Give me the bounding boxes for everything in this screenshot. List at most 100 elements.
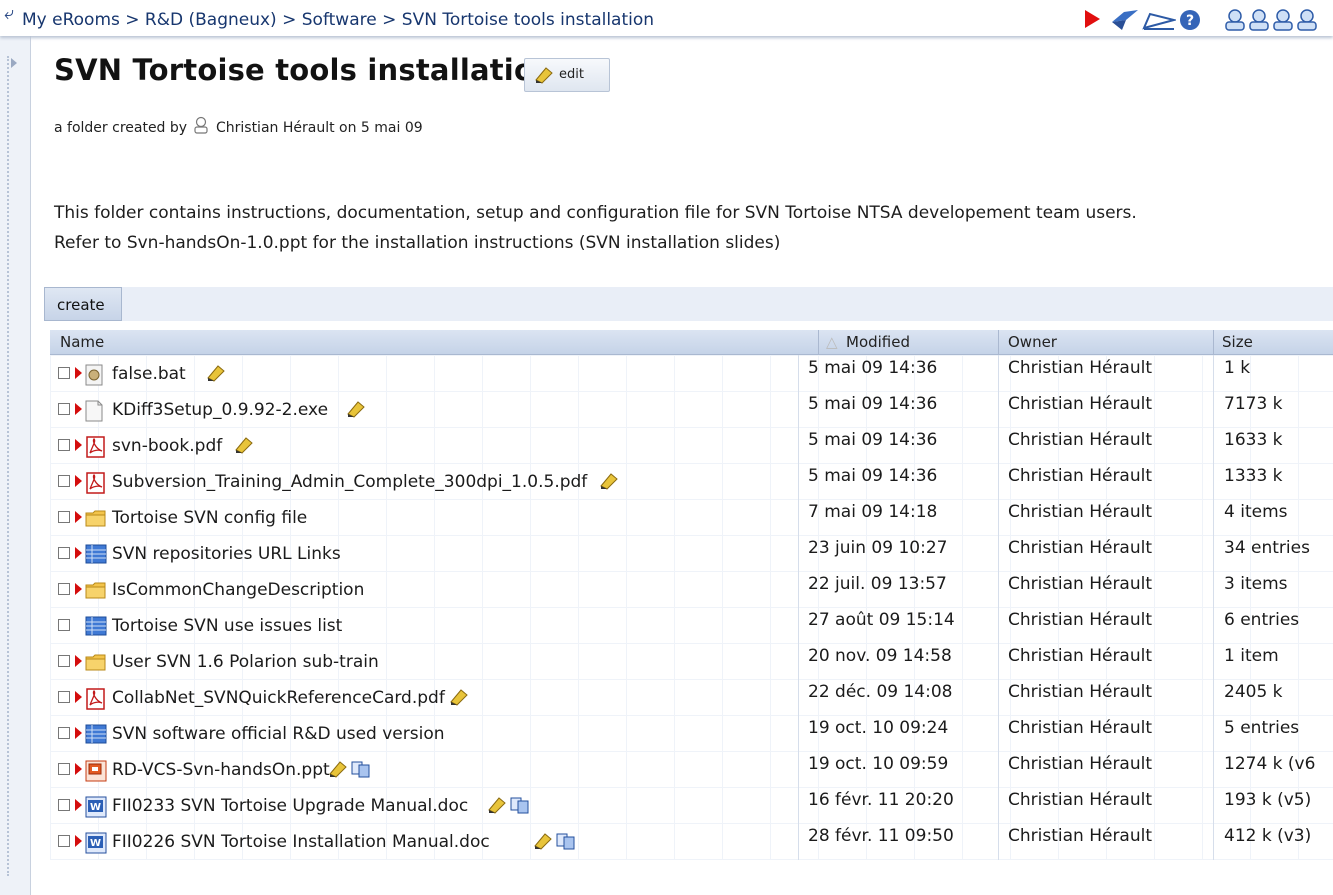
member-icon[interactable] bbox=[1246, 8, 1272, 36]
table-row[interactable]: Tortoise SVN use issues list 27 août 09 1… bbox=[50, 607, 1333, 643]
table-row[interactable]: IsCommonChangeDescription 22 juil. 09 13:… bbox=[50, 571, 1333, 607]
red-triangle-icon[interactable] bbox=[1082, 8, 1102, 34]
edit-pencil-icon[interactable] bbox=[346, 400, 366, 422]
table-row[interactable]: CollabNet_SVNQuickReferenceCard.pdf 22 dé… bbox=[50, 679, 1333, 715]
owner-name[interactable]: Christian Hérault bbox=[1008, 538, 1152, 558]
row-checkbox[interactable] bbox=[58, 583, 70, 595]
column-header-owner[interactable]: Owner bbox=[1008, 333, 1057, 351]
owner-name[interactable]: Christian Hérault bbox=[1008, 610, 1152, 630]
edit-pencil-icon[interactable] bbox=[328, 760, 348, 782]
navigator-collapse-bar[interactable] bbox=[0, 36, 31, 895]
create-button[interactable]: create bbox=[44, 287, 122, 321]
item-name-link[interactable]: false.bat bbox=[112, 364, 186, 384]
row-checkbox[interactable] bbox=[58, 691, 70, 703]
expand-arrow-icon[interactable] bbox=[11, 58, 17, 68]
owner-name[interactable]: Christian Hérault bbox=[1008, 574, 1152, 594]
column-header-name[interactable]: Name bbox=[60, 333, 104, 351]
help-icon[interactable]: ? bbox=[1178, 8, 1202, 36]
edit-pencil-icon[interactable] bbox=[449, 688, 469, 710]
owner-name[interactable]: Christian Hérault bbox=[1008, 826, 1152, 846]
row-checkbox[interactable] bbox=[58, 367, 70, 379]
expand-triangle-icon[interactable] bbox=[75, 547, 82, 559]
owner-name[interactable]: Christian Hérault bbox=[1008, 646, 1152, 666]
expand-triangle-icon[interactable] bbox=[75, 439, 82, 451]
item-name-link[interactable]: SVN repositories URL Links bbox=[112, 544, 341, 564]
row-checkbox[interactable] bbox=[58, 727, 70, 739]
breadcrumb-item[interactable]: My eRooms bbox=[22, 10, 120, 30]
item-name-link[interactable]: FII0226 SVN Tortoise Installation Manual… bbox=[112, 832, 490, 852]
owner-name[interactable]: Christian Hérault bbox=[1008, 502, 1152, 522]
flag-icon[interactable] bbox=[1110, 8, 1140, 36]
edit-pencil-icon[interactable] bbox=[206, 364, 226, 386]
table-row[interactable]: SVN software official R&D used version 19… bbox=[50, 715, 1333, 751]
expand-triangle-icon[interactable] bbox=[75, 367, 82, 379]
table-row[interactable]: W FII0233 SVN Tortoise Upgrade Manual.doc… bbox=[50, 787, 1333, 823]
expand-triangle-icon[interactable] bbox=[75, 655, 82, 667]
owner-name[interactable]: Christian Hérault bbox=[1008, 466, 1152, 486]
row-checkbox[interactable] bbox=[58, 835, 70, 847]
versions-icon[interactable] bbox=[555, 832, 577, 854]
table-row[interactable]: false.bat 5 mai 09 14:36 Christian Hérault… bbox=[50, 355, 1333, 391]
versions-icon[interactable] bbox=[509, 796, 531, 818]
expand-triangle-icon[interactable] bbox=[75, 763, 82, 775]
expand-triangle-icon[interactable] bbox=[75, 403, 82, 415]
up-arrow-icon[interactable]: ⤶ bbox=[4, 4, 14, 24]
breadcrumb-item[interactable]: R&D (Bagneux) bbox=[145, 10, 277, 30]
breadcrumb-item[interactable]: Software bbox=[302, 10, 377, 30]
versions-icon[interactable] bbox=[350, 760, 372, 782]
item-name-link[interactable]: svn-book.pdf bbox=[112, 436, 222, 456]
item-name-link[interactable]: Subversion_Training_Admin_Complete_300dp… bbox=[112, 472, 587, 492]
table-row[interactable]: User SVN 1.6 Polarion sub-train 20 nov. 0… bbox=[50, 643, 1333, 679]
item-name-link[interactable]: SVN software official R&D used version bbox=[112, 724, 445, 744]
edit-button[interactable]: edit bbox=[524, 58, 610, 92]
edit-pencil-icon[interactable] bbox=[599, 472, 619, 494]
paper-plane-icon[interactable] bbox=[1142, 8, 1178, 36]
owner-name[interactable]: Christian Hérault bbox=[1008, 682, 1152, 702]
item-name-link[interactable]: Tortoise SVN config file bbox=[112, 508, 307, 528]
expand-triangle-icon[interactable] bbox=[75, 583, 82, 595]
item-name-link[interactable]: RD-VCS-Svn-handsOn.ppt bbox=[112, 760, 330, 780]
owner-name[interactable]: Christian Hérault bbox=[1008, 358, 1152, 378]
table-row[interactable]: Subversion_Training_Admin_Complete_300dp… bbox=[50, 463, 1333, 499]
row-checkbox[interactable] bbox=[58, 475, 70, 487]
row-checkbox[interactable] bbox=[58, 763, 70, 775]
row-checkbox[interactable] bbox=[58, 655, 70, 667]
owner-name[interactable]: Christian Hérault bbox=[1008, 790, 1152, 810]
edit-pencil-icon[interactable] bbox=[487, 796, 507, 818]
table-row[interactable]: W FII0226 SVN Tortoise Installation Manua… bbox=[50, 823, 1333, 859]
edit-pencil-icon[interactable] bbox=[234, 436, 254, 458]
item-name-link[interactable]: KDiff3Setup_0.9.92-2.exe bbox=[112, 400, 328, 420]
row-checkbox[interactable] bbox=[58, 799, 70, 811]
row-checkbox[interactable] bbox=[58, 547, 70, 559]
owner-name[interactable]: Christian Hérault bbox=[1008, 430, 1152, 450]
row-checkbox[interactable] bbox=[58, 439, 70, 451]
expand-triangle-icon[interactable] bbox=[75, 799, 82, 811]
drag-handle[interactable] bbox=[7, 56, 11, 876]
table-row[interactable]: svn-book.pdf 5 mai 09 14:36 Christian Héra… bbox=[50, 427, 1333, 463]
column-header-modified[interactable]: Modified bbox=[846, 333, 910, 351]
table-row[interactable]: RD-VCS-Svn-handsOn.ppt 19 oct. 10 09:59 Ch… bbox=[50, 751, 1333, 787]
table-row[interactable]: KDiff3Setup_0.9.92-2.exe 5 mai 09 14:36 Ch… bbox=[50, 391, 1333, 427]
expand-triangle-icon[interactable] bbox=[75, 835, 82, 847]
sort-ascending-icon[interactable]: △ bbox=[826, 333, 838, 351]
member-icon[interactable] bbox=[1270, 8, 1296, 36]
member-icon[interactable] bbox=[1222, 8, 1248, 36]
row-checkbox[interactable] bbox=[58, 619, 70, 631]
owner-name[interactable]: Christian Hérault bbox=[1008, 718, 1152, 738]
member-icon[interactable] bbox=[1294, 8, 1320, 36]
expand-triangle-icon[interactable] bbox=[75, 511, 82, 523]
edit-pencil-icon[interactable] bbox=[533, 832, 553, 854]
expand-triangle-icon[interactable] bbox=[75, 475, 82, 487]
expand-triangle-icon[interactable] bbox=[75, 727, 82, 739]
creator-name[interactable]: Christian Hérault bbox=[216, 120, 335, 136]
item-name-link[interactable]: User SVN 1.6 Polarion sub-train bbox=[112, 652, 379, 672]
item-name-link[interactable]: CollabNet_SVNQuickReferenceCard.pdf bbox=[112, 688, 445, 708]
item-name-link[interactable]: Tortoise SVN use issues list bbox=[112, 616, 342, 636]
table-row[interactable]: Tortoise SVN config file 7 mai 09 14:18 Ch… bbox=[50, 499, 1333, 535]
row-checkbox[interactable] bbox=[58, 511, 70, 523]
item-name-link[interactable]: IsCommonChangeDescription bbox=[112, 580, 364, 600]
owner-name[interactable]: Christian Hérault bbox=[1008, 394, 1152, 414]
expand-triangle-icon[interactable] bbox=[75, 691, 82, 703]
item-name-link[interactable]: FII0233 SVN Tortoise Upgrade Manual.doc bbox=[112, 796, 468, 816]
column-header-size[interactable]: Size bbox=[1222, 333, 1253, 351]
